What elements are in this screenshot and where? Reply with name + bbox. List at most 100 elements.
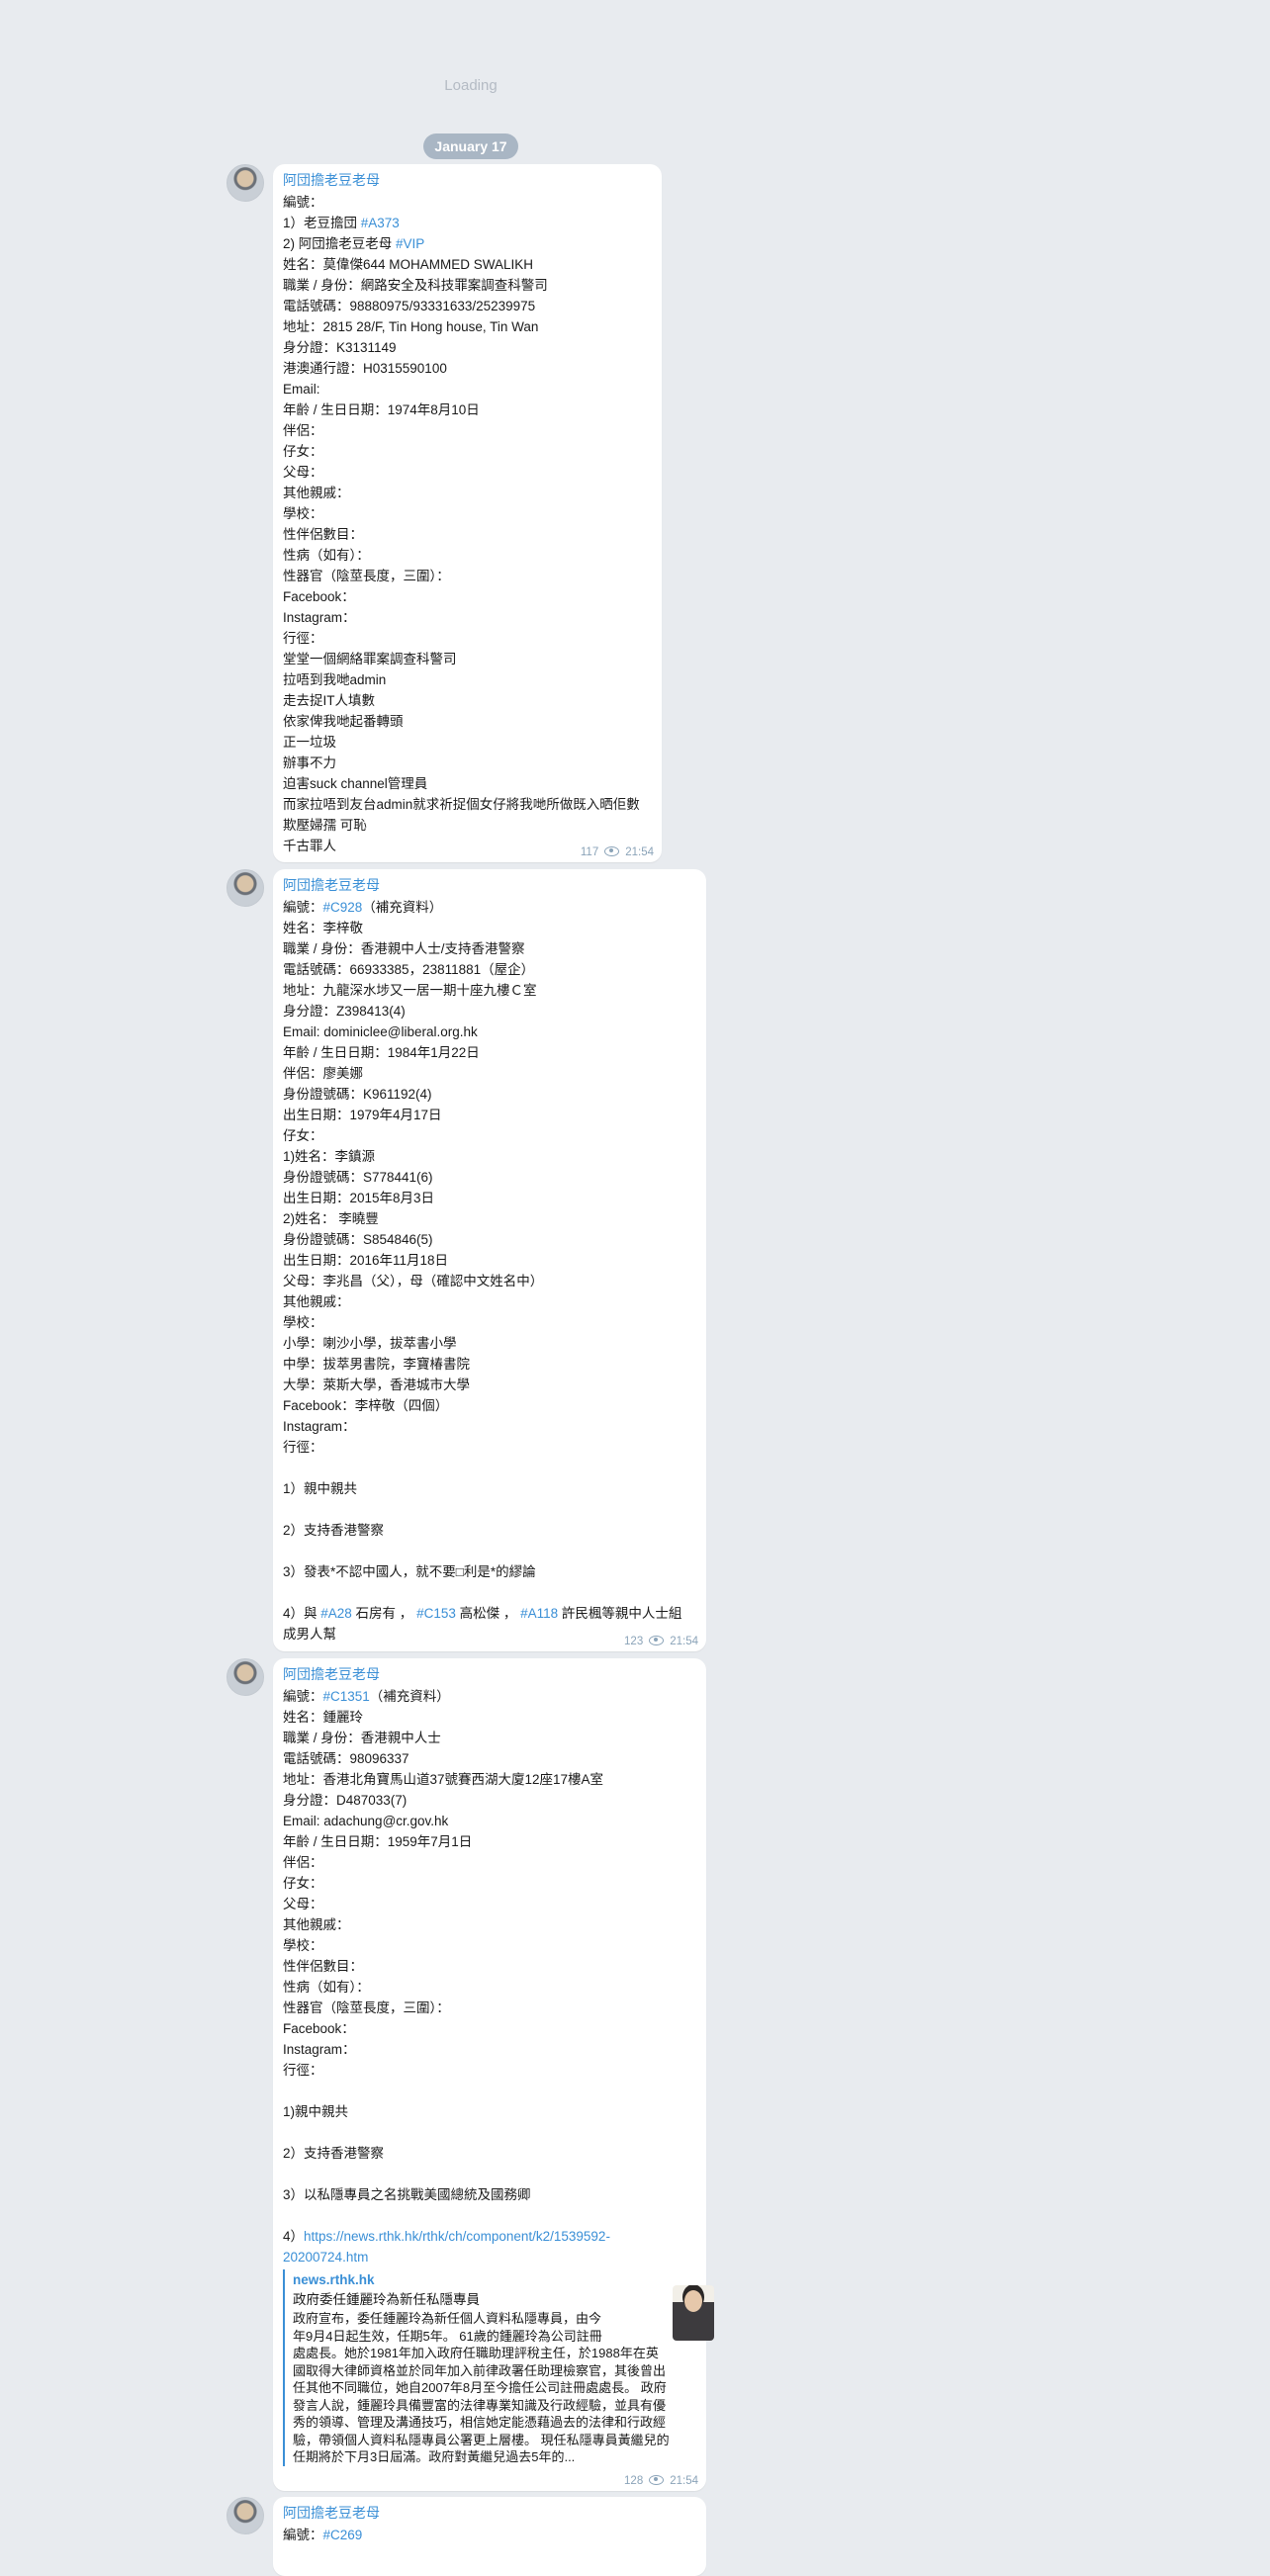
link-preview-site[interactable]: news.rthk.hk xyxy=(293,2269,708,2290)
message-line: 行徑： xyxy=(283,1440,323,1455)
message-bubble[interactable]: 阿団擔老豆老母 編號： 1）老豆擔団 #A373 2) 阿団擔老豆老母 #VIP 姓名… xyxy=(273,164,662,862)
view-count: 123 xyxy=(624,1636,644,1647)
message-line: 2)姓名： 李曉豐 xyxy=(283,1211,379,1226)
url-link[interactable]: https://news.rthk.hk/rthk/ch/component/k… xyxy=(304,2229,610,2244)
message-line: 1）親中親共 xyxy=(283,1481,358,1496)
message-line: Email: adachung@cr.gov.hk xyxy=(283,1814,449,1828)
message-line: 姓名：莫偉傑644 MOHAMMED SWALIKH xyxy=(283,257,534,272)
url-link[interactable]: 20200724.htm xyxy=(283,2250,368,2265)
hashtag-link[interactable]: #C928 xyxy=(323,900,363,915)
link-preview-line: 秀的領導、管理及溝通技巧，相信她定能憑藉過去的法律和行政經 xyxy=(293,2415,667,2430)
sender-name[interactable]: 阿団擔老豆老母 xyxy=(283,1664,380,1684)
hashtag-link[interactable]: #VIP xyxy=(396,236,424,251)
avatar[interactable] xyxy=(227,2497,264,2534)
message-line: 正一垃圾 xyxy=(283,735,336,750)
message-line: 2) 阿団擔老豆老母 #VIP xyxy=(283,236,425,251)
message-line: 大學：萊斯大學，香港城市大學 xyxy=(283,1377,470,1392)
message-line xyxy=(283,2122,696,2143)
message-line: 地址：2815 28/F, Tin Hong house, Tin Wan xyxy=(283,319,539,334)
message-bubble[interactable]: 阿団擔老豆老母 編號：#C1351（補充資料） 姓名：鍾麗玲職業 / 身份：香港親… xyxy=(273,1658,714,2491)
avatar[interactable] xyxy=(227,1658,264,1696)
message-line xyxy=(283,1499,696,1520)
message-text: 編號：#C1351（補充資料） 姓名：鍾麗玲 職業 / 身份：香港親中人士 電話號碼：… xyxy=(283,1686,696,2267)
message-line: 出生日期：2015年8月3日 xyxy=(283,1191,435,1205)
message-text: 編號：#C928（補充資料） 姓名：李梓敬 職業 / 身份：香港親中人士/支持香港警… xyxy=(283,897,696,1644)
hashtag-link[interactable]: #A118 xyxy=(520,1606,558,1621)
message-line: 其他親戚： xyxy=(283,1917,350,1932)
message-line: Email: xyxy=(283,382,320,397)
message-line xyxy=(283,1582,696,1603)
message-line: 伴侶：廖美娜 xyxy=(283,1066,363,1081)
avatar[interactable] xyxy=(227,164,264,202)
date-separator: January 17 xyxy=(423,133,518,159)
message-line: 出生日期：1979年4月17日 xyxy=(283,1108,442,1122)
hashtag-link[interactable]: #C1351 xyxy=(323,1689,370,1704)
message-line: 中學：拔萃男書院，李寶椿書院 xyxy=(283,1357,470,1372)
sender-name[interactable]: 阿団擔老豆老母 xyxy=(283,170,380,190)
hashtag-link[interactable]: #C153 xyxy=(416,1606,456,1621)
message-line: Facebook： xyxy=(283,2021,355,2036)
message-line: 伴侶： xyxy=(283,1855,323,1870)
link-preview-line: 驗，帶領個人資料私隱專員公署更上層樓。 現任私隱專員黃繼兒的 xyxy=(293,2432,670,2447)
message-line xyxy=(283,2164,696,2184)
message-line: 其他親戚： xyxy=(283,486,350,500)
link-preview-description: 政府宣布，委任鍾麗玲為新任個人資料私隱專員，由今 年9月4日起生效，任期5年。 6… xyxy=(293,2310,708,2466)
message-line: 身份證號碼：S778441(6) xyxy=(283,1170,433,1185)
message-line: 港澳通行證：H0315590100 xyxy=(283,361,447,376)
link-preview[interactable]: news.rthk.hk 政府委任鍾麗玲為新任私隱專員 政府宣布，委任鍾麗玲為新… xyxy=(283,2269,714,2466)
message-line: 電話號碼：98880975/93331633/25239975 xyxy=(283,299,536,313)
message-line: 年齡 / 生日日期：1959年7月1日 xyxy=(283,1834,473,1849)
message-line: 電話號碼：66933385，23811881（屋企） xyxy=(283,962,535,977)
message-time: 21:54 xyxy=(625,846,654,858)
hashtag-link[interactable]: #C269 xyxy=(323,2528,363,2542)
message-line: Instagram： xyxy=(283,2042,356,2057)
message-bubble[interactable]: 阿団擔老豆老母 編號：#C928（補充資料） 姓名：李梓敬 職業 / 身份：香港親中… xyxy=(273,869,706,1651)
message-line: 其他親戚： xyxy=(283,1294,350,1309)
message-line: 依家俾我哋起番轉頭 xyxy=(283,714,404,729)
message-line: 性伴侶數目： xyxy=(283,527,363,542)
link-preview-line: 任其他不同職位，她自2007年8月至今擔任公司註冊處處長。 政府 xyxy=(293,2380,667,2395)
message-line: 父母： xyxy=(283,465,323,480)
message-line: 伴侶： xyxy=(283,423,323,438)
link-preview-thumbnail[interactable] xyxy=(673,2285,714,2341)
sender-name[interactable]: 阿団擔老豆老母 xyxy=(283,875,380,895)
message-line: 父母： xyxy=(283,1897,323,1911)
message-line: 1)親中親共 xyxy=(283,2104,349,2119)
hashtag-link[interactable]: #A28 xyxy=(320,1606,352,1621)
message-line: 身分證：Z398413(4) xyxy=(283,1004,406,1019)
message-line: 年齡 / 生日日期：1984年1月22日 xyxy=(283,1045,480,1060)
message-line: 職業 / 身份：香港親中人士 xyxy=(283,1731,441,1745)
message-line: 小學：喇沙小學，拔萃書小學 xyxy=(283,1336,457,1351)
message-line: 學校： xyxy=(283,506,323,521)
loading-indicator: Loading xyxy=(444,77,498,94)
message-line: 身分證：D487033(7) xyxy=(283,1793,408,1808)
message-line: 出生日期：2016年11月18日 xyxy=(283,1253,449,1268)
message-line: 姓名：鍾麗玲 xyxy=(283,1710,363,1725)
message-line: 20200724.htm xyxy=(283,2247,696,2267)
message-line: 地址：香港北角寶馬山道37號賽西湖大廈12座17樓A室 xyxy=(283,1772,604,1787)
message-line: 1)姓名：李鎮源 xyxy=(283,1149,376,1164)
message-line: 編號： xyxy=(283,195,323,210)
message-line: 而家拉唔到友台admin就求祈捉個女仔將我哋所做既入晒佢數 xyxy=(283,797,640,812)
message-line: 仔女： xyxy=(283,1128,323,1143)
message-line xyxy=(283,1541,696,1561)
message-line xyxy=(283,2205,696,2226)
message-line: 仔女： xyxy=(283,444,323,459)
view-count: 117 xyxy=(580,846,599,858)
message-line: 學校： xyxy=(283,1938,323,1953)
message-line: 編號：#C1351（補充資料） xyxy=(283,1689,450,1704)
sender-name[interactable]: 阿団擔老豆老母 xyxy=(283,2503,380,2523)
message-text: 編號：#C269 xyxy=(283,2525,696,2545)
message-line: 年齡 / 生日日期：1974年8月10日 xyxy=(283,402,480,417)
link-preview-line: 政府宣布，委任鍾麗玲為新任個人資料私隱專員，由今 xyxy=(293,2311,602,2326)
message-line: 性器官（陰莖長度，三圍）： xyxy=(283,569,450,583)
message-line: 性器官（陰莖長度，三圍）： xyxy=(283,2000,450,2015)
avatar[interactable] xyxy=(227,869,264,907)
message-bubble[interactable]: 阿団擔老豆老母 編號：#C269 xyxy=(273,2497,706,2576)
link-preview-line: 年9月4日起生效，任期5年。 61歲的鍾麗玲為公司註冊 xyxy=(293,2328,602,2344)
message-line: 4）https://news.rthk.hk/rthk/ch/component… xyxy=(283,2229,610,2244)
hashtag-link[interactable]: #A373 xyxy=(361,216,400,230)
message-line: 欺壓婦孺 可恥 xyxy=(283,818,367,833)
message-time: 21:54 xyxy=(670,1636,698,1647)
message-line: Instagram： xyxy=(283,610,356,625)
